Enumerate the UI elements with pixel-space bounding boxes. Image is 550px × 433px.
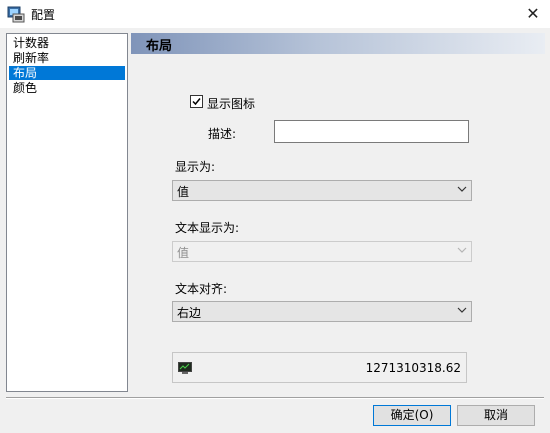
- nav-item-counter[interactable]: 计数器: [9, 36, 125, 50]
- close-icon: ✕: [526, 4, 540, 23]
- text-display-as-label: 文本显示为:: [175, 221, 240, 235]
- nav-item-refresh-rate[interactable]: 刷新率: [9, 51, 125, 65]
- description-label: 描述:: [208, 127, 237, 141]
- text-display-as-value: 值: [177, 246, 190, 260]
- title-bar: 配置 ✕: [0, 0, 550, 28]
- show-icon-label[interactable]: 显示图标: [207, 95, 255, 112]
- preview-value: 1271310318.62: [365, 361, 461, 375]
- display-as-value: 值: [177, 185, 190, 199]
- show-icon-checkbox[interactable]: [190, 95, 203, 108]
- description-input[interactable]: [274, 120, 469, 143]
- nav-item-color[interactable]: 颜色: [9, 81, 125, 95]
- text-display-as-dropdown: 值: [172, 241, 472, 262]
- close-button[interactable]: ✕: [516, 0, 550, 28]
- chevron-down-icon: [457, 247, 467, 253]
- text-align-dropdown[interactable]: 右边: [172, 301, 472, 322]
- display-as-dropdown[interactable]: 值: [172, 180, 472, 201]
- text-align-value: 右边: [177, 306, 202, 320]
- display-as-label: 显示为:: [175, 160, 216, 174]
- checkmark-icon: [192, 98, 201, 106]
- divider: [6, 397, 544, 399]
- window-title: 配置: [31, 8, 56, 22]
- category-list[interactable]: 计数器 刷新率 布局 颜色: [6, 33, 128, 392]
- preview-box: 1271310318.62: [172, 352, 467, 383]
- panel-title: 布局: [146, 39, 173, 54]
- ok-button[interactable]: 确定(O): [373, 405, 451, 426]
- chevron-down-icon: [457, 307, 467, 313]
- app-settings-icon: [7, 6, 25, 23]
- panel-header: 布局: [131, 33, 545, 54]
- monitor-icon: [178, 362, 192, 374]
- text-align-label: 文本对齐:: [175, 282, 228, 296]
- nav-item-layout[interactable]: 布局: [9, 66, 125, 80]
- cancel-button[interactable]: 取消: [457, 405, 535, 426]
- chevron-down-icon: [457, 186, 467, 192]
